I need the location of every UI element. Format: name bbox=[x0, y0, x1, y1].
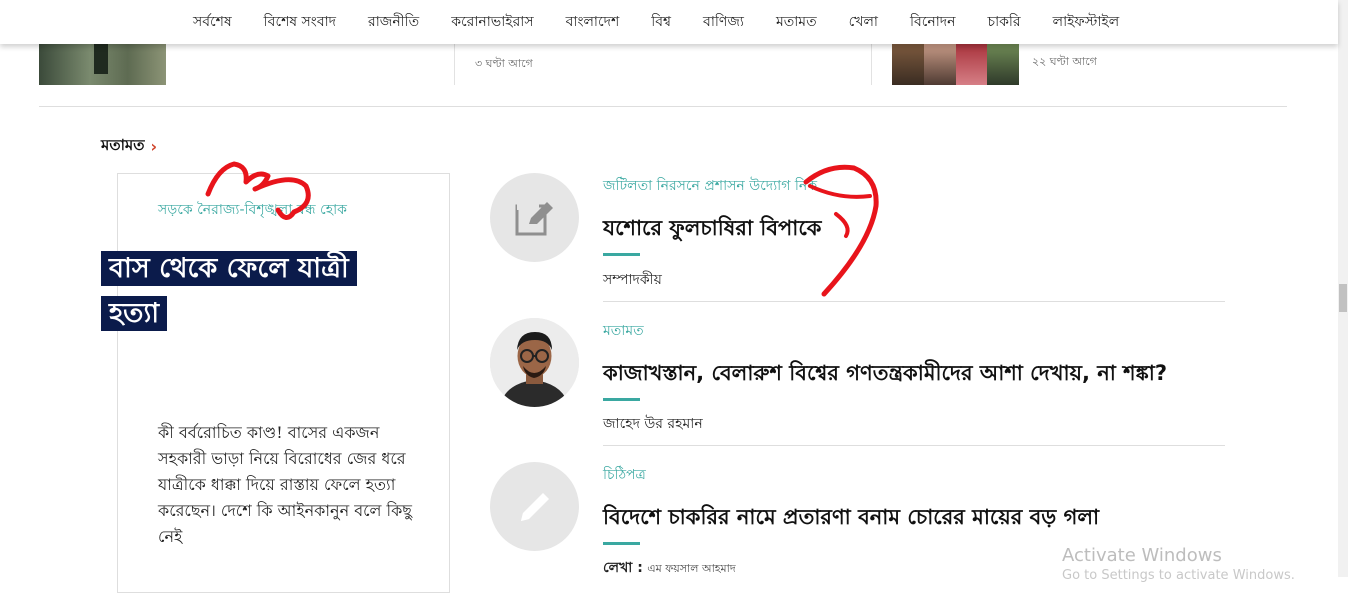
list-item[interactable]: মতামত কাজাখস্তান, বেলারুশ বিশ্বের গণতন্ত… bbox=[490, 318, 1225, 448]
column-divider bbox=[871, 44, 872, 85]
nav-item-business[interactable]: বাণিজ্য bbox=[703, 10, 744, 34]
item-kicker[interactable]: জটিলতা নিরসনে প্রশাসন উদ্যোগ নিক bbox=[603, 174, 817, 198]
nav-item-coronavirus[interactable]: করোনাভাইরাস bbox=[451, 10, 533, 34]
featured-summary: কী বর্বরোচিত কাণ্ড! বাসের একজন সহকারী ভা… bbox=[158, 423, 413, 546]
author-name[interactable]: এম ফয়সাল আহমাদ bbox=[647, 562, 735, 575]
pencil-icon bbox=[490, 462, 579, 551]
section-heading[interactable]: মতামত › bbox=[101, 134, 157, 159]
page-scrollbar[interactable] bbox=[1338, 0, 1348, 577]
author-photo[interactable] bbox=[490, 318, 579, 407]
nav-item-opinion[interactable]: মতামত bbox=[776, 10, 817, 34]
featured-title[interactable]: বাস থেকে ফেলে যাত্রী হত্যা bbox=[101, 246, 371, 336]
scrollbar-thumb[interactable] bbox=[1339, 284, 1347, 312]
timestamp: ৩ ঘণ্টা আগে bbox=[475, 57, 533, 70]
row-divider bbox=[603, 445, 1225, 446]
section-title[interactable]: মতামত bbox=[101, 134, 145, 159]
windows-activation-hint: Go to Settings to activate Windows. bbox=[1062, 568, 1295, 583]
news-thumbnail-image[interactable] bbox=[39, 44, 166, 85]
nav-item-lifestyle[interactable]: লাইফস্টাইল bbox=[1053, 10, 1120, 34]
item-kicker[interactable]: চিঠিপত্র bbox=[603, 463, 646, 487]
item-kicker[interactable]: মতামত bbox=[603, 319, 644, 343]
windows-activation-watermark: Activate Windows bbox=[1062, 545, 1222, 566]
nav-item-bangladesh[interactable]: বাংলাদেশ bbox=[566, 10, 620, 34]
item-headline[interactable]: কাজাখস্তান, বেলারুশ বিশ্বের গণতন্ত্রকামী… bbox=[603, 357, 1167, 392]
featured-title-text[interactable]: বাস থেকে ফেলে যাত্রী হত্যা bbox=[101, 251, 357, 331]
accent-bar bbox=[603, 253, 640, 256]
edit-icon bbox=[490, 173, 579, 262]
timestamp: ২২ ঘণ্টা আগে bbox=[1032, 55, 1097, 68]
nav-item-politics[interactable]: রাজনীতি bbox=[368, 10, 419, 34]
news-thumbnail-image[interactable] bbox=[892, 44, 1019, 85]
item-headline[interactable]: যশোরে ফুলচাষিরা বিপাকে bbox=[603, 212, 821, 247]
nav-item-world[interactable]: বিশ্ব bbox=[651, 10, 671, 34]
featured-kicker[interactable]: সড়কে নৈরাজ্য-বিশৃঙ্খলা বন্ধ হোক bbox=[158, 198, 347, 222]
author-label: লেখা : bbox=[603, 560, 643, 576]
section-divider bbox=[39, 106, 1287, 107]
chevron-right-icon[interactable]: › bbox=[151, 137, 158, 156]
nav-item-sports[interactable]: খেলা bbox=[849, 10, 878, 34]
nav-item-entertainment[interactable]: বিনোদন bbox=[910, 10, 956, 34]
row-divider bbox=[603, 301, 1225, 302]
nav-item-jobs[interactable]: চাকরি bbox=[988, 10, 1021, 34]
top-navigation: সর্বশেষ বিশেষ সংবাদ রাজনীতি করোনাভাইরাস … bbox=[0, 0, 1338, 44]
nav-item-latest[interactable]: সর্বশেষ bbox=[193, 10, 232, 34]
nav-item-special[interactable]: বিশেষ সংবাদ bbox=[264, 10, 336, 34]
column-divider bbox=[454, 44, 455, 85]
accent-bar bbox=[603, 398, 640, 401]
accent-bar bbox=[603, 542, 640, 545]
nav-menu: সর্বশেষ বিশেষ সংবাদ রাজনীতি করোনাভাইরাস … bbox=[193, 10, 1151, 34]
item-author[interactable]: লেখা : এম ফয়সাল আহমাদ bbox=[603, 556, 736, 580]
item-author[interactable]: জাহেদ উর রহমান bbox=[603, 412, 703, 436]
list-item[interactable]: জটিলতা নিরসনে প্রশাসন উদ্যোগ নিক যশোরে ফ… bbox=[490, 173, 1225, 303]
item-author[interactable]: সম্পাদকীয় bbox=[603, 268, 662, 292]
item-headline[interactable]: বিদেশে চাকরির নামে প্রতারণা বনাম চোরের ম… bbox=[603, 501, 1099, 536]
